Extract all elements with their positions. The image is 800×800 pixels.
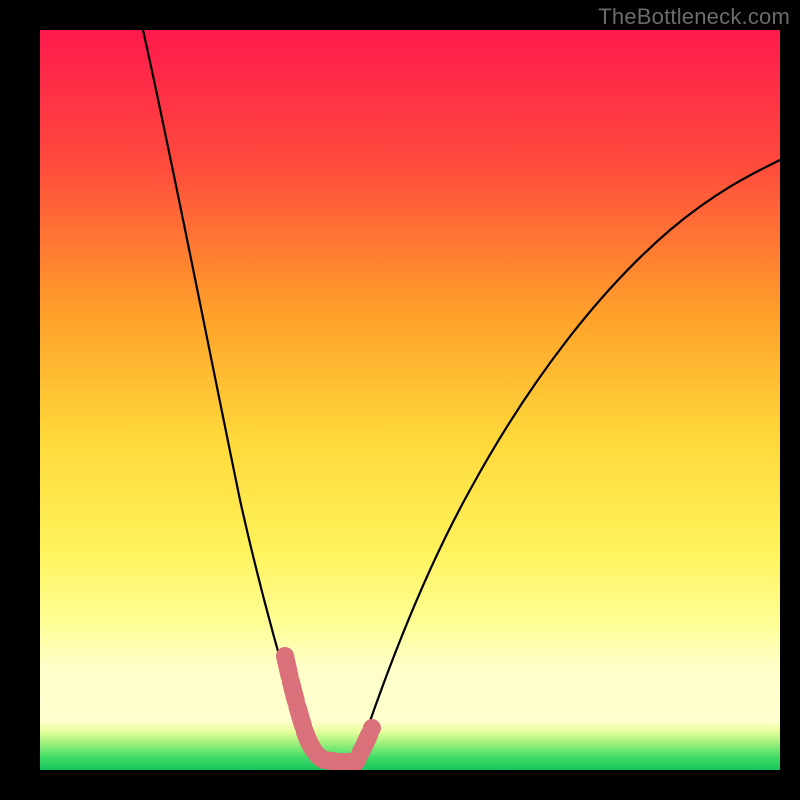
plot-area bbox=[40, 30, 780, 770]
gradient-background bbox=[40, 30, 780, 770]
green-band bbox=[40, 722, 780, 770]
chart-svg bbox=[40, 30, 780, 770]
chart-container: TheBottleneck.com bbox=[0, 0, 800, 800]
watermark-text: TheBottleneck.com bbox=[598, 4, 790, 30]
